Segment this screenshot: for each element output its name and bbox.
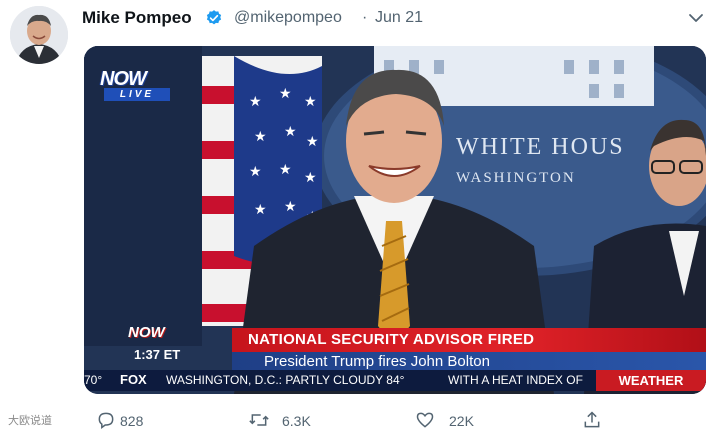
ticker-section: WEATHER [596,370,706,391]
svg-text:★: ★ [254,202,267,218]
separator-dot: · [362,9,368,26]
retweet-count: 6.3K [282,413,311,429]
reply-icon[interactable] [96,410,116,430]
lower-third-logo: NOW [128,324,176,346]
avatar[interactable] [10,6,68,64]
svg-text:★: ★ [279,162,292,178]
svg-text:★: ★ [279,86,292,102]
svg-text:★: ★ [249,94,262,110]
svg-text:★: ★ [304,170,317,186]
retweet-icon[interactable] [248,410,269,430]
ticker-network: FOX [120,372,147,387]
tweet-actions: 828 6.3K 22K [0,406,720,434]
share-icon[interactable] [582,410,602,430]
heart-icon[interactable] [415,410,435,430]
reply-count: 828 [120,413,144,429]
channel-logo: NOW LIVE [100,68,176,102]
author-handle[interactable]: @mikepompeo [234,9,342,27]
chevron-down-icon[interactable] [686,8,706,28]
svg-text:★: ★ [254,129,267,145]
like-count: 22K [449,413,474,429]
backdrop-line2: WASHINGTON [456,170,576,186]
svg-text:★: ★ [249,164,262,180]
tweet-media-image[interactable]: WHITE HOUS WASHINGTON ★★★ ★★★ ★★★ ★★★ [84,46,706,394]
ticker-detail: WITH A HEAT INDEX OF [448,373,583,387]
ticker-temperature: 70° [84,373,103,387]
subheadline-text: President Trump fires John Bolton [264,353,490,370]
headline-text: NATIONAL SECURITY ADVISOR FIRED [248,331,535,348]
broadcast-time: 1:37 ET [134,347,181,362]
ticker-location: WASHINGTON, D.C.: PARTLY CLOUDY 84° [166,373,405,387]
svg-text:★: ★ [304,94,317,110]
verified-badge-icon [205,9,223,27]
watermark-text: 大欧说道 [8,415,52,427]
channel-logo-live: LIVE [104,88,170,101]
svg-text:★: ★ [284,199,297,215]
backdrop-line1: WHITE HOUS [456,134,625,160]
author-name[interactable]: Mike Pompeo [82,8,192,28]
news-ticker: 70° FOX WASHINGTON, D.C.: PARTLY CLOUDY … [84,370,706,391]
svg-text:★: ★ [306,134,319,150]
lower-third-logo-text: NOW [128,324,165,341]
svg-text:★: ★ [284,124,297,140]
tweet-date[interactable]: Jun 21 [375,9,423,27]
